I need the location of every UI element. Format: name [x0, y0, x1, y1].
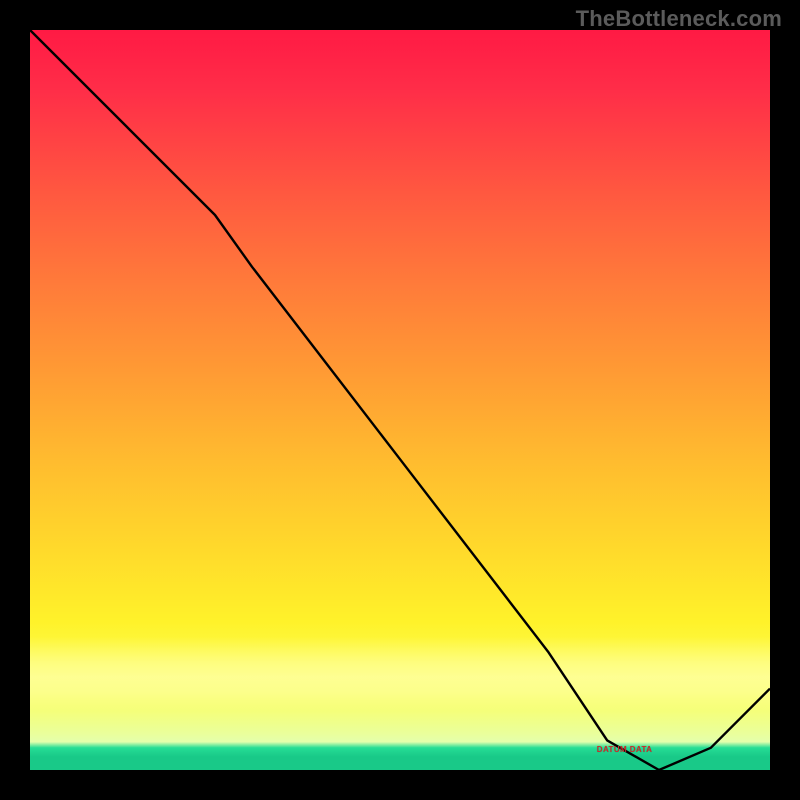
- chart-frame: TheBottleneck.com DATUM DATA: [0, 0, 800, 800]
- plot-area: DATUM DATA: [30, 30, 770, 770]
- bottleneck-curve-path: [30, 30, 770, 770]
- watermark-text: TheBottleneck.com: [576, 6, 782, 32]
- curve-svg: [30, 30, 770, 770]
- datum-marker-label: DATUM DATA: [597, 745, 653, 754]
